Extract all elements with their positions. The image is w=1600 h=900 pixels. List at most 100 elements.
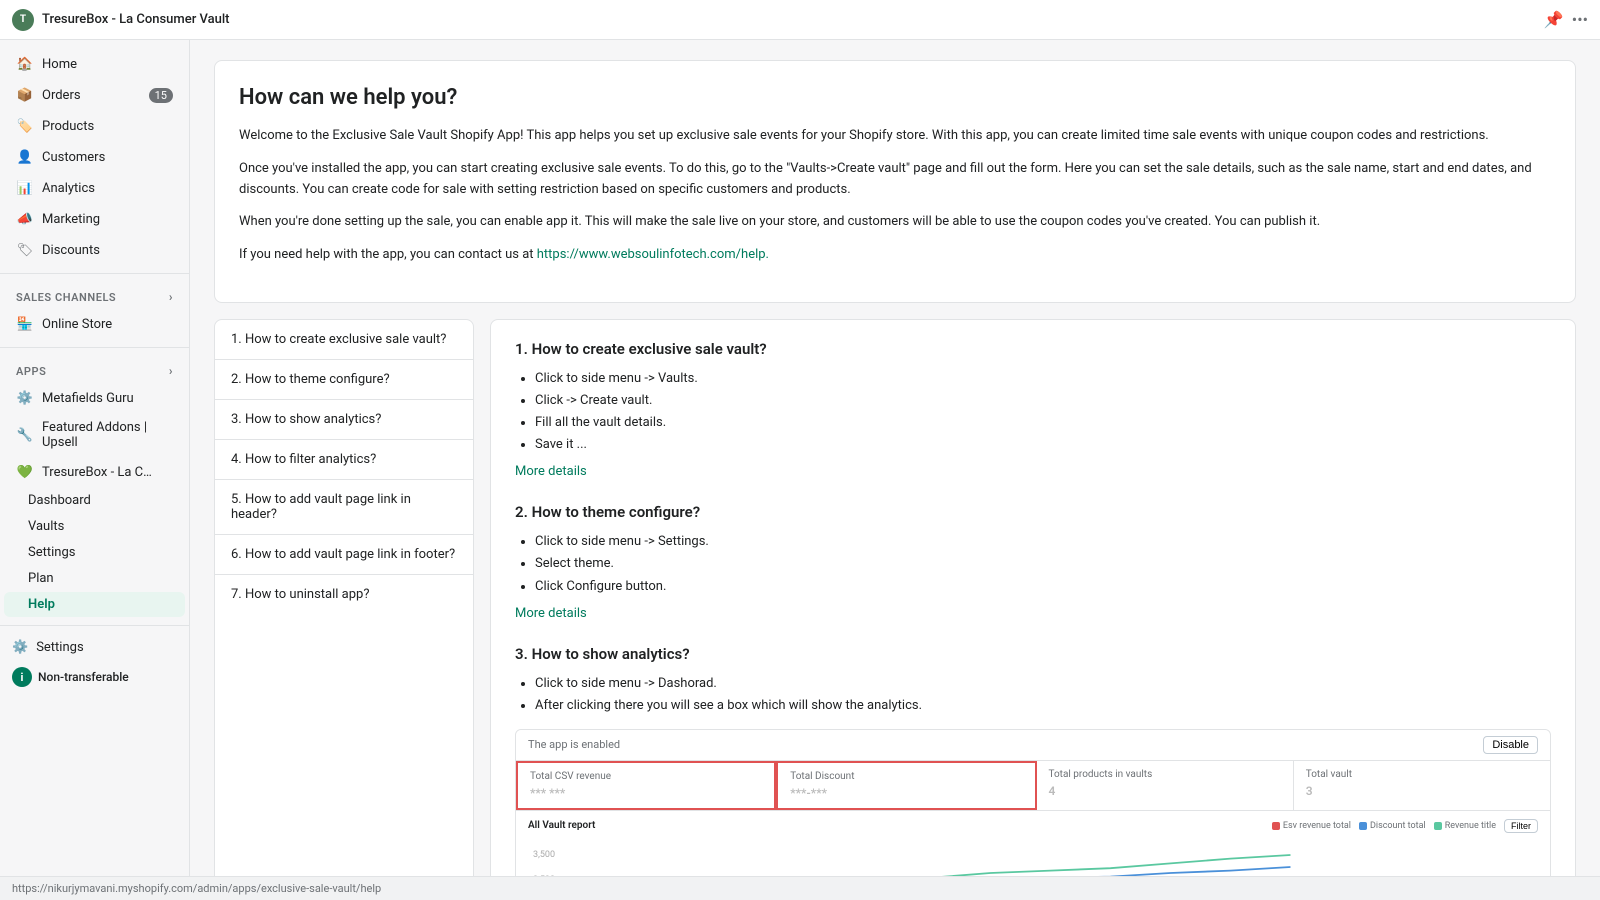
chevron-right-icon: ›: [169, 364, 173, 378]
metric-value-3: 3: [1306, 784, 1538, 798]
sidebar-item-home[interactable]: 🏠 Home: [4, 49, 185, 79]
faq-item-6[interactable]: 6. How to add vault page link in footer?: [215, 535, 473, 575]
top-bar: T TresureBox - La Consumer Vault 📌 •••: [0, 0, 1600, 40]
faq-item-7[interactable]: 7. How to uninstall app?: [215, 575, 473, 614]
sidebar-item-label: Online Store: [42, 317, 112, 332]
sidebar-item-marketing[interactable]: 📣 Marketing: [4, 204, 185, 234]
metric-value-2: 4: [1049, 784, 1281, 798]
sidebar-item-settings-gear[interactable]: ⚙️ Settings: [0, 634, 189, 661]
faq-section-3-title: 3. How to show analytics?: [515, 645, 1551, 663]
dashboard-label: Dashboard: [28, 493, 91, 508]
sidebar-item-label: Discounts: [42, 243, 100, 258]
screenshot-metrics: Total CSV revenue *** *** Total Discount…: [516, 761, 1550, 811]
gear-icon: ⚙️: [12, 640, 28, 655]
chart-area: All Vault report Esv revenue total: [516, 811, 1550, 876]
sidebar-sub-dashboard[interactable]: Dashboard: [4, 488, 185, 513]
help-intro-p3: When you're done setting up the sale, yo…: [239, 212, 1551, 233]
pin-icon[interactable]: 📌: [1544, 10, 1564, 29]
online-store-icon: 🏪: [16, 315, 34, 333]
more-details-2[interactable]: More details: [515, 606, 587, 621]
sidebar-item-featured-addons[interactable]: 🔧 Featured Addons | Upsell: [4, 414, 185, 456]
help-intro-card: How can we help you? Welcome to the Excl…: [214, 60, 1576, 303]
faq-step: Click Configure button.: [535, 576, 1551, 598]
faq-item-3[interactable]: 3. How to show analytics?: [215, 400, 473, 440]
faq-item-2[interactable]: 2. How to theme configure?: [215, 360, 473, 400]
sidebar-item-label: Orders: [42, 88, 81, 103]
app-logo: T: [12, 9, 34, 31]
sidebar-item-metafields-guru[interactable]: ⚙️ Metafields Guru: [4, 383, 185, 413]
tresurebox-icon: 💚: [16, 463, 34, 481]
faq-section-2-title: 2. How to theme configure?: [515, 503, 1551, 521]
faq-step: Click to side menu -> Vaults.: [535, 368, 1551, 390]
settings-label: Settings: [28, 545, 75, 560]
screenshot-header: The app is enabled Disable: [516, 730, 1550, 761]
more-options-icon[interactable]: •••: [1572, 10, 1588, 29]
faq-list: 1. How to create exclusive sale vault? 2…: [214, 319, 474, 876]
metric-card-2: Total products in vaults 4: [1037, 761, 1294, 810]
sidebar-item-tresurebox[interactable]: 💚 TresureBox - La Consumer...: [4, 457, 185, 487]
metric-value-1: ***-***: [790, 786, 1022, 800]
help-label: Help: [28, 597, 55, 612]
faq-layout: 1. How to create exclusive sale vault? 2…: [214, 319, 1576, 876]
faq-step: Click to side menu -> Settings.: [535, 531, 1551, 553]
status-url: https://nikurjymavani.myshopify.com/admi…: [12, 882, 381, 895]
chart-filter-button[interactable]: Filter: [1504, 819, 1538, 833]
status-bar: https://nikurjymavani.myshopify.com/admi…: [0, 876, 1600, 900]
faq-item-4[interactable]: 4. How to filter analytics?: [215, 440, 473, 480]
settings-gear-label: Settings: [36, 640, 83, 655]
sidebar-item-analytics[interactable]: 📊 Analytics: [4, 173, 185, 203]
non-transferable-section: i Non-transferable: [0, 661, 189, 697]
sidebar-sub-plan[interactable]: Plan: [4, 566, 185, 591]
faq-step: Save it ...: [535, 434, 1551, 456]
metric-label-2: Total products in vaults: [1049, 769, 1281, 780]
main-content: How can we help you? Welcome to the Excl…: [190, 40, 1600, 876]
faq-item-5[interactable]: 5. How to add vault page link in header?: [215, 480, 473, 535]
legend-item-1: Discount total: [1359, 821, 1426, 831]
sidebar-item-online-store[interactable]: 🏪 Online Store: [4, 309, 185, 339]
orders-badge: 15: [149, 88, 173, 103]
featured-addons-icon: 🔧: [16, 426, 34, 444]
sales-channels-section: Sales channels ›: [0, 282, 189, 308]
help-intro-p1: Welcome to the Exclusive Sale Vault Shop…: [239, 126, 1551, 147]
sidebar-item-products[interactable]: 🏷️ Products: [4, 111, 185, 141]
metric-label-1: Total Discount: [790, 771, 1022, 782]
contact-link[interactable]: https://www.websoulinfotech.com/help.: [537, 247, 769, 262]
non-transferable-icon: i: [12, 667, 32, 687]
app-title: TresureBox - La Consumer Vault: [42, 12, 230, 27]
sidebar-sub-settings[interactable]: Settings: [4, 540, 185, 565]
metric-card-3: Total vault 3: [1294, 761, 1550, 810]
more-details-1[interactable]: More details: [515, 464, 587, 479]
sidebar-item-label: Home: [42, 57, 77, 72]
home-icon: 🏠: [16, 55, 34, 73]
sidebar-item-label: Metafields Guru: [42, 391, 134, 406]
faq-step: Click to side menu -> Dashorad.: [535, 673, 1551, 695]
faq-item-1[interactable]: 1. How to create exclusive sale vault?: [215, 320, 473, 360]
sidebar-sub-help[interactable]: Help: [4, 592, 185, 617]
sidebar-item-discounts[interactable]: 🏷 Discounts: [4, 235, 185, 265]
faq-section-1-title: 1. How to create exclusive sale vault?: [515, 340, 1551, 358]
sidebar-item-label: Featured Addons | Upsell: [42, 420, 173, 450]
faq-section-2: 2. How to theme configure? Click to side…: [515, 503, 1551, 620]
help-intro-p2: Once you've installed the app, you can s…: [239, 159, 1551, 201]
discounts-icon: 🏷: [16, 241, 34, 259]
disable-button[interactable]: Disable: [1483, 736, 1538, 754]
sidebar-item-customers[interactable]: 👤 Customers: [4, 142, 185, 172]
faq-section-1: 1. How to create exclusive sale vault? C…: [515, 340, 1551, 479]
vaults-label: Vaults: [28, 519, 64, 534]
faq-step: Fill all the vault details.: [535, 412, 1551, 434]
metric-card-1: Total Discount ***-***: [776, 761, 1036, 810]
sidebar-sub-vaults[interactable]: Vaults: [4, 514, 185, 539]
app-enabled-text: The app is enabled: [528, 738, 620, 751]
y-label-high: 3,500: [528, 851, 555, 860]
apps-section: Apps ›: [0, 356, 189, 382]
orders-icon: 📦: [16, 86, 34, 104]
metafields-icon: ⚙️: [16, 389, 34, 407]
faq-step: After clicking there you will see a box …: [535, 695, 1551, 717]
analytics-icon: 📊: [16, 179, 34, 197]
chart-title: All Vault report: [528, 820, 595, 831]
chart-svg: [563, 837, 1538, 876]
metric-card-0: Total CSV revenue *** ***: [516, 761, 776, 810]
analytics-screenshot: The app is enabled Disable Total CSV rev…: [515, 729, 1551, 876]
sidebar-item-orders[interactable]: 📦 Orders 15: [4, 80, 185, 110]
marketing-icon: 📣: [16, 210, 34, 228]
